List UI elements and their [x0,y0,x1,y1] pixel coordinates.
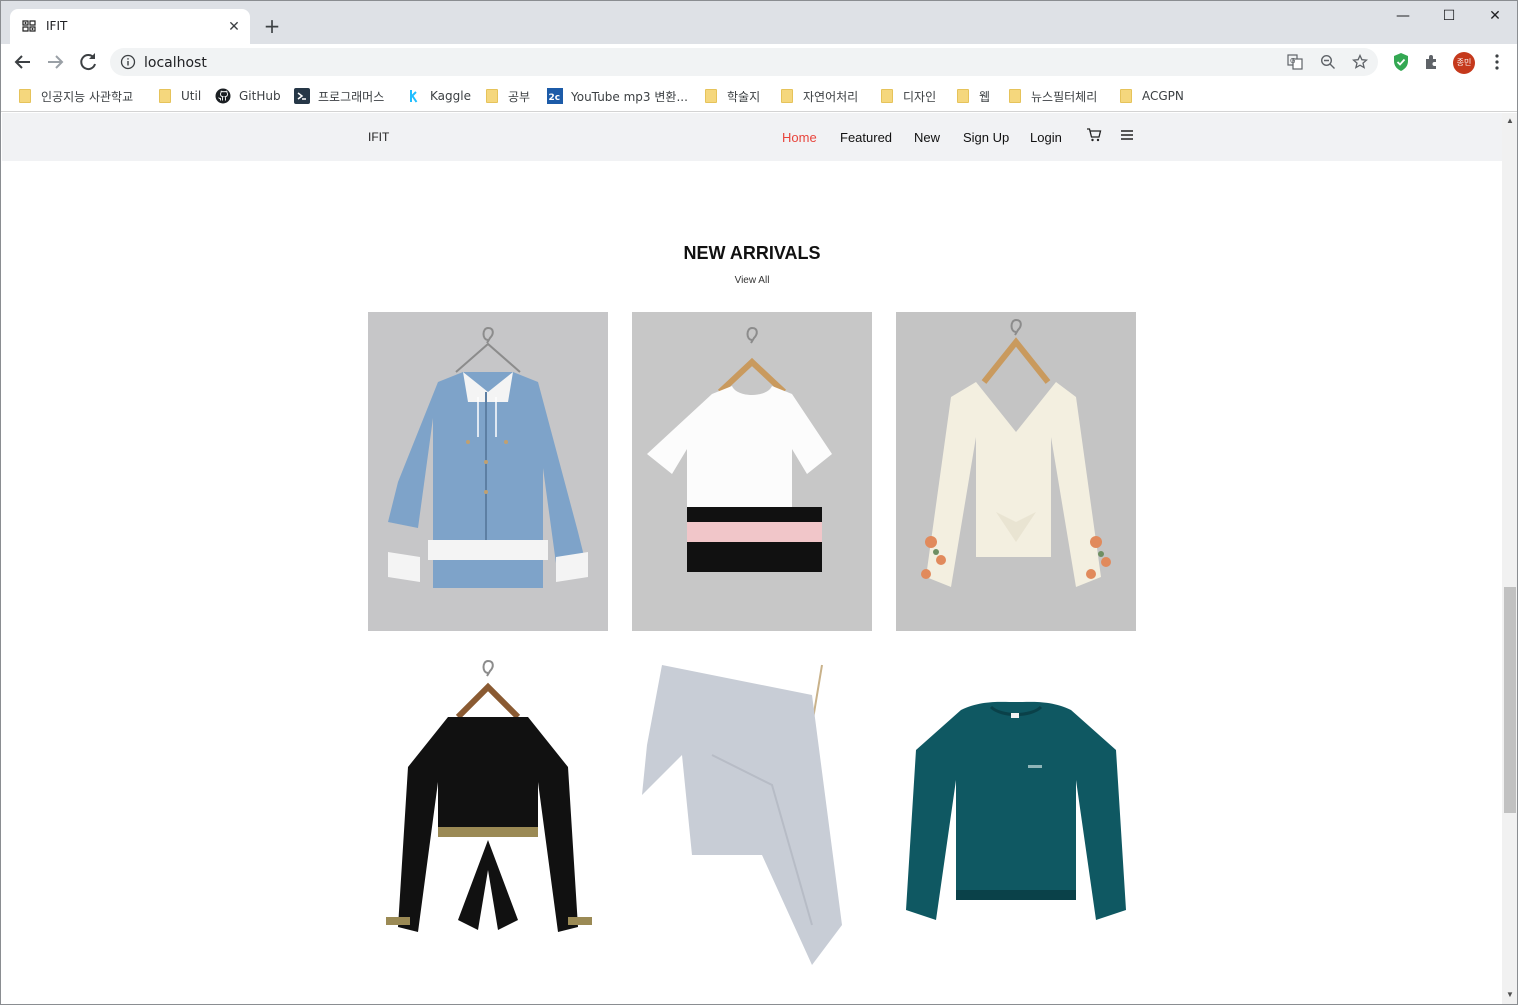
product-card-floral-blouse[interactable] [896,312,1136,631]
product-card-black-tie-top[interactable] [368,655,608,974]
bookmark-item[interactable]: 웹 [955,86,990,106]
site-brand[interactable]: IFIT [368,130,389,144]
bookmark-item[interactable]: 프로그래머스 [294,86,384,106]
floral-blouse-image [896,312,1136,631]
bookmark-label: 뉴스필터체리 [1031,89,1098,104]
maximize-button[interactable]: ☐ [1426,5,1472,29]
folder-icon [881,89,893,103]
product-card-grey-asymmetric-top[interactable] [632,655,872,974]
site-navbar: IFIT Home Featured New Sign Up Login [2,113,1502,161]
extensions-puzzle-icon[interactable] [1421,51,1443,73]
product-card-striped-tee[interactable] [632,312,872,631]
scrollbar-thumb[interactable] [1504,587,1516,813]
bookmark-label: 인공지능 사관학교 [41,89,134,104]
site-favicon-icon [22,19,36,33]
denim-jacket-image [368,312,608,631]
kaggle-icon [410,90,418,103]
bookmark-label: 학술지 [727,89,761,104]
view-all-link[interactable]: View All [2,275,1502,286]
bookmark-star-icon[interactable] [1352,54,1368,70]
nav-signup-link[interactable]: Sign Up [963,130,1009,145]
bookmark-label: Kaggle [430,89,471,103]
folder-icon [781,89,793,103]
minimize-button[interactable]: — [1380,5,1426,29]
browser-window: IFIT ✕ + — ☐ ✕ localhost G 종민 인공지능 사관학교 … [0,0,1518,1005]
bookmark-label: 프로그래머스 [318,89,385,104]
bookmarks-bar: 인공지능 사관학교 Util GitHub 프로그래머스 Kaggle 공부 2… [1,80,1517,112]
scroll-up-arrow-icon[interactable]: ▲ [1506,117,1514,125]
nav-home-link[interactable]: Home [782,130,817,145]
tab-strip: IFIT ✕ + — ☐ ✕ [1,1,1517,44]
grey-asymmetric-top-image [632,655,872,974]
folder-icon [486,89,498,103]
url-text[interactable]: localhost [144,55,207,71]
tab-close-icon[interactable]: ✕ [226,18,242,34]
tab-title: IFIT [46,19,68,33]
folder-icon [1009,89,1021,103]
page-scrollbar[interactable]: ▲ ▼ [1502,113,1517,1004]
bookmark-item[interactable]: 디자인 [879,86,936,106]
zoom-out-icon[interactable] [1320,54,1336,70]
svg-text:G: G [1290,57,1295,65]
shield-extension-icon[interactable] [1390,51,1412,73]
menu-kebab-icon[interactable] [1486,51,1508,73]
new-tab-button[interactable]: + [260,15,284,39]
page-viewport: IFIT Home Featured New Sign Up Login NEW… [2,113,1502,1004]
scroll-down-arrow-icon[interactable]: ▼ [1506,991,1514,999]
translate-icon[interactable]: G [1287,54,1303,70]
nav-featured-link[interactable]: Featured [840,130,892,145]
bookmark-label: YouTube mp3 변환... [571,89,688,104]
bookmark-item[interactable]: Kaggle [406,86,471,106]
bookmark-item[interactable]: 2c YouTube mp3 변환... [547,86,688,106]
bookmark-item[interactable]: 공부 [484,86,530,106]
bookmark-item[interactable]: 뉴스필터체리 [1007,86,1097,106]
cart-icon[interactable] [1086,127,1102,143]
bookmark-item[interactable]: GitHub [215,86,281,106]
close-window-button[interactable]: ✕ [1472,5,1517,29]
black-tie-top-image [368,655,608,974]
teal-sweatshirt-image [896,655,1136,974]
reload-icon[interactable] [76,50,100,74]
nav-new-link[interactable]: New [914,130,940,145]
hamburger-menu-icon[interactable] [1120,128,1134,142]
bookmark-label: 웹 [979,89,991,104]
striped-tee-image [632,312,872,631]
bookmark-label: 자연어처리 [803,89,859,104]
github-icon [215,88,231,104]
bookmark-label: Util [181,89,202,103]
svg-text:2c: 2c [549,93,561,103]
product-card-teal-sweatshirt[interactable] [896,655,1136,974]
section-title: NEW ARRIVALS [683,243,821,263]
folder-icon [19,89,31,103]
address-bar[interactable]: localhost G [110,48,1378,76]
2conv-icon: 2c [547,88,563,104]
back-arrow-icon[interactable] [11,50,35,74]
folder-icon [1120,89,1132,103]
nav-login-link[interactable]: Login [1030,130,1062,145]
bookmark-label: 공부 [508,89,531,104]
bookmark-item[interactable]: ACGPN [1118,86,1184,106]
browser-toolbar: localhost G 종민 [1,44,1517,80]
site-info-icon[interactable] [120,54,136,70]
folder-icon [159,89,171,103]
product-card-denim-jacket[interactable] [368,312,608,631]
bookmark-label: ACGPN [1142,89,1184,103]
profile-avatar[interactable]: 종민 [1453,52,1475,74]
folder-icon [957,89,969,103]
bookmark-label: GitHub [239,89,281,103]
bookmark-item[interactable]: Util [157,86,201,106]
folder-icon [705,89,717,103]
bookmark-item[interactable]: 학술지 [703,86,760,106]
bookmark-item[interactable]: 인공지능 사관학교 [17,86,133,106]
bookmark-label: 디자인 [903,89,937,104]
forward-arrow-icon[interactable] [43,50,67,74]
programmers-icon [294,88,310,104]
browser-tab[interactable]: IFIT ✕ [10,9,250,44]
bookmark-item[interactable]: 자연어처리 [779,86,858,106]
